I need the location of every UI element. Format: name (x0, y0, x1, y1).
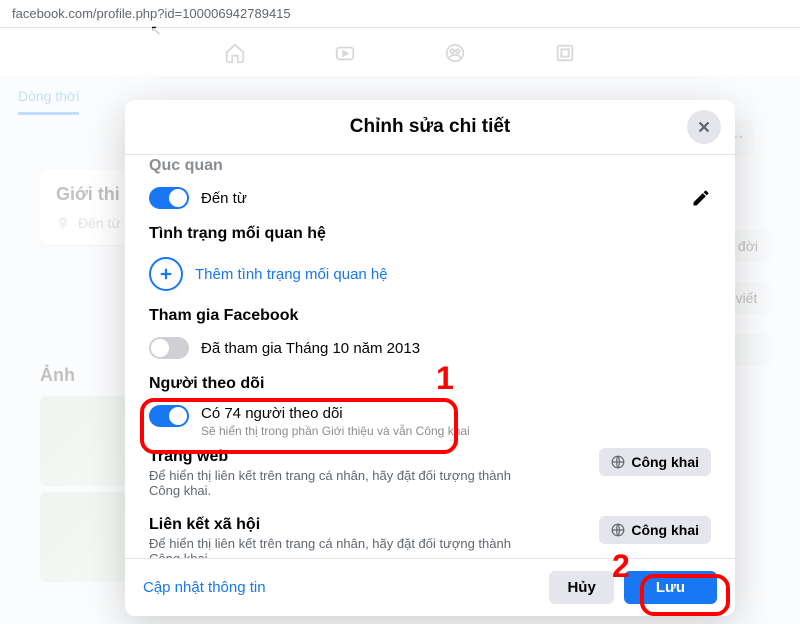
update-info-link[interactable]: Cập nhật thông tin (143, 579, 266, 596)
dialog-body: Quc quan Đến từ Tình trạng mối quan hệ T… (125, 155, 735, 558)
website-privacy-button[interactable]: Công khai (599, 448, 711, 476)
add-relationship-button[interactable]: Thêm tình trạng mối quan hệ (149, 251, 711, 295)
dialog-title: Chỉnh sửa chi tiết (125, 116, 735, 138)
joined-text: Đã tham gia Tháng 10 năm 2013 (201, 340, 420, 357)
annotation-label-2: 2 (612, 548, 630, 585)
joined-toggle[interactable] (149, 337, 189, 359)
followers-toggle[interactable] (149, 405, 189, 427)
cancel-button[interactable]: Hủy (549, 571, 613, 604)
plus-icon (149, 257, 183, 291)
dialog-footer: Cập nhật thông tin Hủy Lưu (125, 558, 735, 616)
section-hometown: Quc quan (149, 157, 711, 175)
section-joined: Tham gia Facebook (149, 307, 711, 325)
hometown-text: Đến từ (201, 190, 247, 207)
save-button[interactable]: Lưu (624, 571, 717, 604)
followers-text: Có 74 người theo dõi (201, 405, 470, 422)
annotation-label-1: 1 (436, 360, 454, 397)
address-bar: facebook.com/profile.php?id=100006942789… (0, 0, 800, 28)
section-website: Trang web (149, 448, 529, 466)
section-relationship: Tình trạng mối quan hệ (149, 225, 711, 243)
hometown-row: Đến từ (149, 183, 711, 213)
section-social: Liên kết xã hội (149, 516, 529, 534)
globe-icon (611, 455, 625, 469)
social-desc: Để hiển thị liên kết trên trang cá nhân,… (149, 536, 529, 558)
edit-icon[interactable] (691, 188, 711, 208)
dialog-header: Chỉnh sửa chi tiết (125, 100, 735, 155)
close-button[interactable] (687, 110, 721, 144)
url-text: facebook.com/profile.php?id=100006942789… (12, 6, 291, 21)
website-row: Trang web Để hiển thị liên kết trên tran… (149, 442, 711, 510)
edit-details-dialog: Chỉnh sửa chi tiết Quc quan Đến từ Tình … (125, 100, 735, 616)
followers-subtext: Sẽ hiển thị trong phần Giới thiệu và vẫn… (201, 424, 470, 438)
add-relationship-label: Thêm tình trạng mối quan hệ (195, 266, 388, 283)
website-desc: Để hiển thị liên kết trên trang cá nhân,… (149, 468, 529, 498)
social-privacy-button[interactable]: Công khai (599, 516, 711, 544)
section-followers: Người theo dõi (149, 375, 711, 393)
globe-icon (611, 523, 625, 537)
followers-row: Có 74 người theo dõi Sẽ hiển thị trong p… (149, 401, 711, 442)
hometown-toggle[interactable] (149, 187, 189, 209)
joined-row: Đã tham gia Tháng 10 năm 2013 (149, 333, 711, 363)
